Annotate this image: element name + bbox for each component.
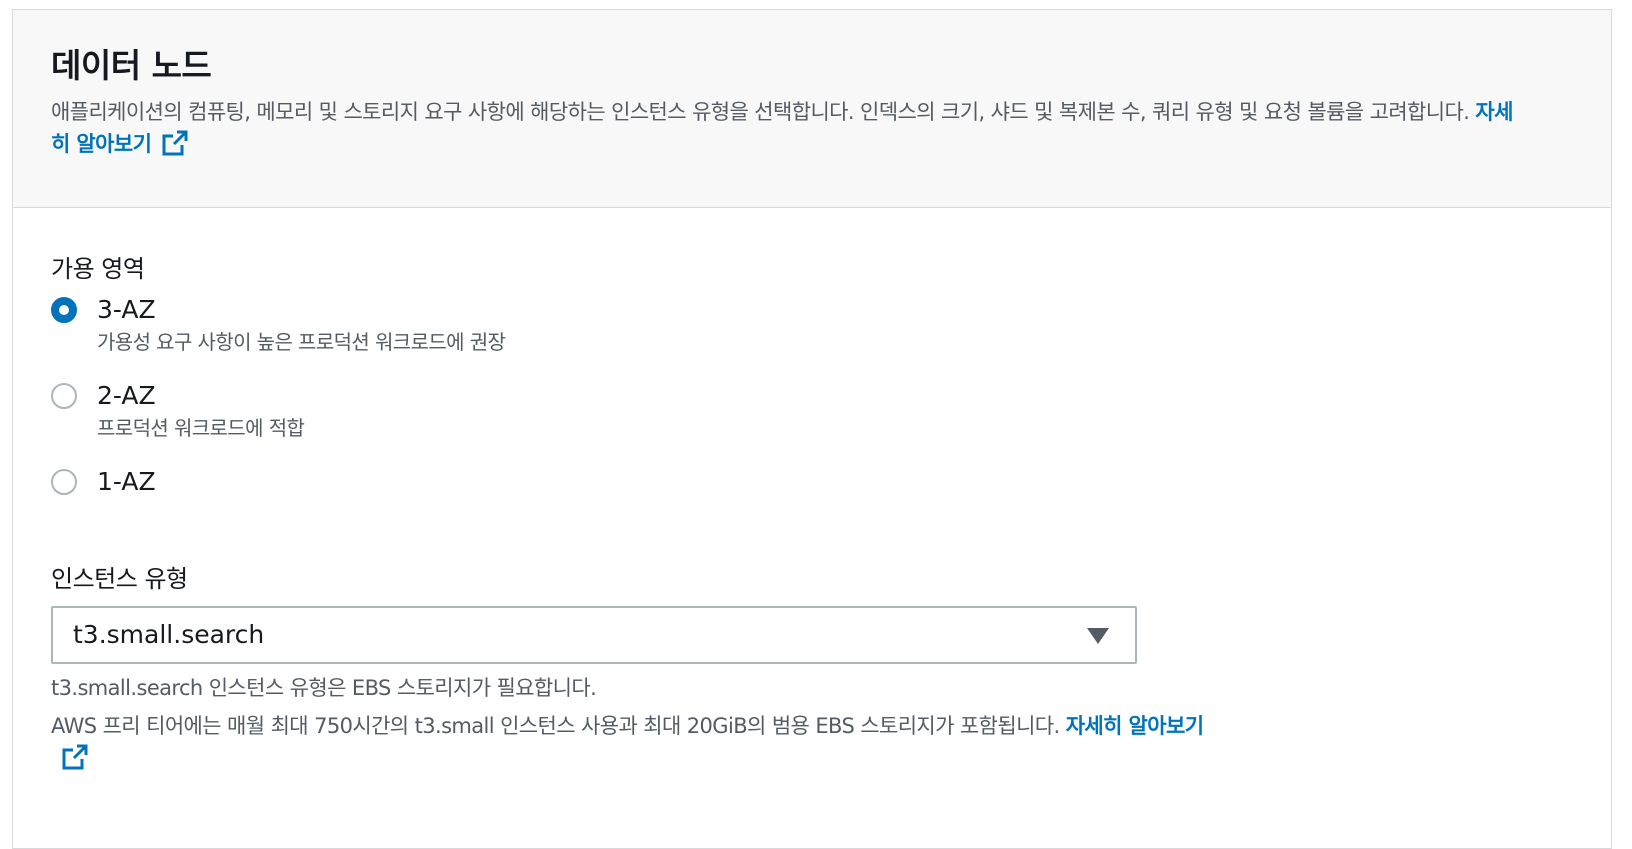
radio-option-1az[interactable]: 1-AZ (51, 464, 1573, 500)
instance-type-select[interactable]: t3.small.search (51, 606, 1137, 664)
radio-label-3az: 3-AZ (97, 295, 156, 324)
availability-zone-field: 가용 영역 3-AZ 가용성 요구 사항이 높은 프로덕션 워크로드에 권장 2… (51, 254, 1573, 500)
free-tier-hint-text: AWS 프리 티어에는 매월 최대 750시간의 t3.small 인스턴스 사… (51, 714, 1060, 738)
instance-type-field: 인스턴스 유형 t3.small.search t3.small.search … (51, 564, 1573, 774)
ebs-required-hint: t3.small.search 인스턴스 유형은 EBS 스토리지가 필요합니다… (51, 676, 597, 700)
panel-description-text: 애플리케이션의 컴퓨팅, 메모리 및 스토리지 요구 사항에 해당하는 인스턴스… (51, 100, 1470, 124)
instance-type-label: 인스턴스 유형 (51, 565, 188, 593)
radio-description-3az: 가용성 요구 사항이 높은 프로덕션 워크로드에 권장 (97, 330, 506, 354)
panel-title: 데이터 노드 (51, 46, 212, 85)
radio-option-3az[interactable]: 3-AZ 가용성 요구 사항이 높은 프로덕션 워크로드에 권장 (51, 292, 1573, 356)
instance-type-selected-value: t3.small.search (73, 620, 265, 649)
external-link-icon (161, 129, 189, 157)
panel-description: 애플리케이션의 컴퓨팅, 메모리 및 스토리지 요구 사항에 해당하는 인스턴스… (51, 96, 1531, 160)
panel-header: 데이터 노드 애플리케이션의 컴퓨팅, 메모리 및 스토리지 요구 사항에 해당… (13, 10, 1611, 208)
radio-button[interactable] (51, 469, 77, 495)
radio-option-2az[interactable]: 2-AZ 프로덕션 워크로드에 적합 (51, 378, 1573, 442)
radio-button-selected[interactable] (51, 297, 77, 323)
panel-body: 가용 영역 3-AZ 가용성 요구 사항이 높은 프로덕션 워크로드에 권장 2… (13, 208, 1611, 774)
radio-button[interactable] (51, 383, 77, 409)
availability-zone-label: 가용 영역 (51, 255, 145, 283)
availability-zone-radio-group: 3-AZ 가용성 요구 사항이 높은 프로덕션 워크로드에 권장 2-AZ 프로… (51, 292, 1573, 500)
caret-down-icon (1087, 628, 1109, 644)
external-link-icon (61, 743, 89, 771)
radio-label-2az: 2-AZ (97, 381, 156, 410)
learn-more-label: 자세히 알아보기 (1065, 714, 1204, 738)
radio-label-1az: 1-AZ (97, 467, 156, 496)
data-nodes-panel: 데이터 노드 애플리케이션의 컴퓨팅, 메모리 및 스토리지 요구 사항에 해당… (12, 9, 1612, 849)
free-tier-hint: AWS 프리 티어에는 매월 최대 750시간의 t3.small 인스턴스 사… (51, 710, 1231, 774)
radio-description-2az: 프로덕션 워크로드에 적합 (97, 416, 305, 440)
